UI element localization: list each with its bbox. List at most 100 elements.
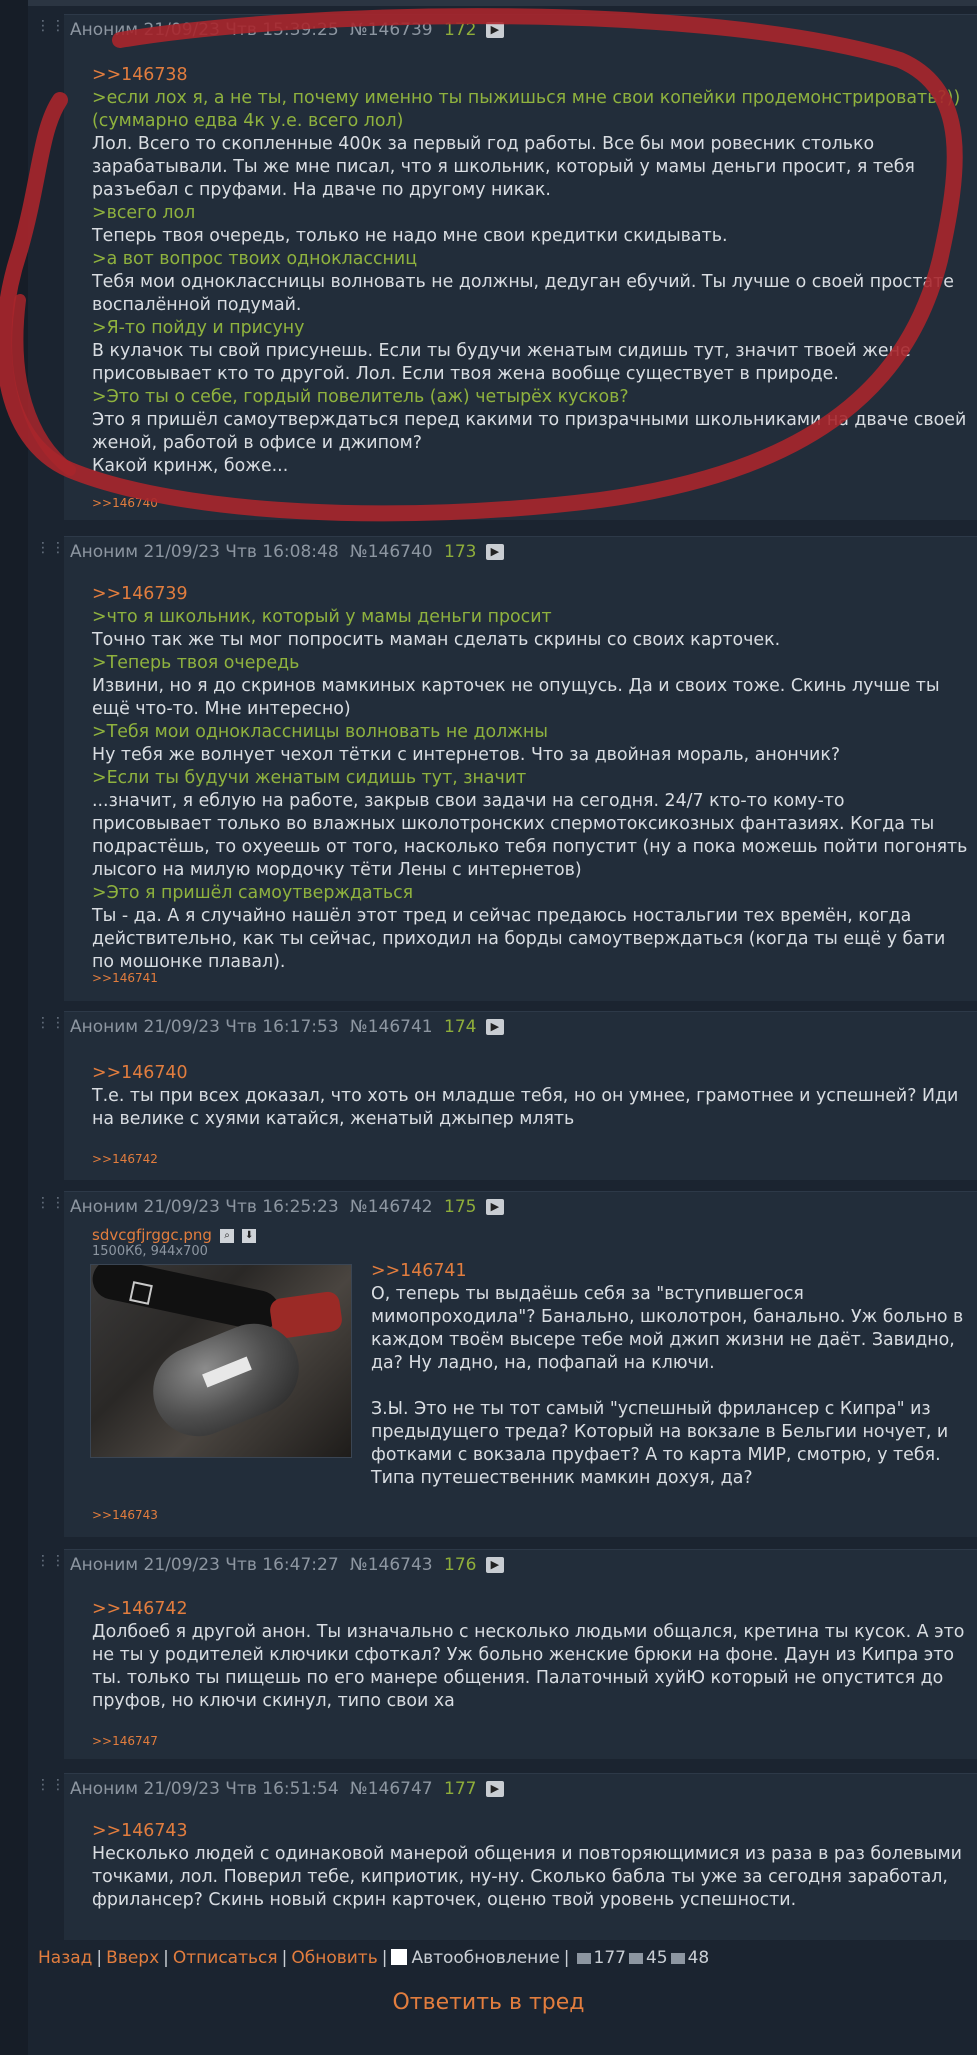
post-text: Несколько людей с одинаковой манерой общ… bbox=[92, 1844, 962, 1910]
quote-line: >всего лол bbox=[92, 203, 196, 223]
post-146740: Аноним 21/09/23 Чтв 16:08:48 №146740 173… bbox=[64, 536, 977, 1001]
unsubscribe-link[interactable]: Отписаться bbox=[173, 1948, 278, 1968]
post-index: 176 bbox=[444, 1555, 477, 1575]
reply-link[interactable]: >>146742 bbox=[92, 1598, 969, 1621]
quote-line: (суммарно едва 4к у.е. всего лол) bbox=[92, 111, 404, 131]
post-text: Т.е. ты при всех доказал, что хоть он мл… bbox=[92, 1086, 959, 1129]
post-index: 172 bbox=[444, 20, 477, 40]
play-icon[interactable]: ▶ bbox=[485, 22, 504, 38]
post-body: >>146739 >что я школьник, который у мамы … bbox=[92, 583, 969, 974]
post-header: Аноним 21/09/23 Чтв 16:47:27 №146743 176… bbox=[64, 1550, 977, 1580]
quote-line: >что я школьник, который у мамы деньги п… bbox=[92, 607, 552, 627]
backlink[interactable]: >>146747 bbox=[92, 1734, 158, 1748]
reply-link[interactable]: >>146738 bbox=[92, 64, 969, 87]
post-body: >>146740 Т.е. ты при всех доказал, что хо… bbox=[92, 1062, 969, 1131]
reply-link[interactable]: >>146741 bbox=[371, 1260, 969, 1283]
post-number[interactable]: №146743 bbox=[350, 1555, 433, 1575]
reply-link[interactable]: >>146739 bbox=[92, 583, 969, 606]
quote-line: >Тебя мои одноклассницы волновать не дол… bbox=[92, 722, 549, 742]
post-header: Аноним 21/09/23 Чтв 16:25:23 №146742 175… bbox=[64, 1192, 977, 1222]
post-text: О, теперь ты выдаёшь себя за "вступившег… bbox=[371, 1284, 964, 1373]
backlink[interactable]: >>146743 bbox=[92, 1508, 158, 1522]
quote-line: >Если ты будучи женатым сидишь тут, знач… bbox=[92, 768, 527, 788]
attachment-thumbnail[interactable] bbox=[90, 1264, 352, 1458]
left-stripe bbox=[0, 0, 28, 2055]
post-menu-dots[interactable]: ⋮⋮ bbox=[36, 1195, 66, 1211]
post-menu-dots[interactable]: ⋮⋮ bbox=[36, 540, 66, 556]
post-text: Долбоеб я другой анон. Ты изначально с н… bbox=[92, 1622, 965, 1711]
quote-line: >если лох я, а не ты, почему именно ты п… bbox=[92, 88, 961, 108]
reply-link[interactable]: >>146740 bbox=[92, 1062, 969, 1085]
download-icon[interactable]: ⬇ bbox=[242, 1228, 257, 1243]
post-menu-dots[interactable]: ⋮⋮ bbox=[36, 1015, 66, 1031]
post-body: >>146738 >если лох я, а не ты, почему име… bbox=[92, 64, 969, 478]
posts-icon bbox=[576, 1953, 591, 1964]
post-text: З.Ы. Это не ты тот самый "успешный фрила… bbox=[371, 1399, 949, 1488]
refresh-link[interactable]: Обновить bbox=[291, 1948, 377, 1968]
post-text: Теперь твоя очередь, только не надо мне … bbox=[92, 226, 728, 246]
files-count: 45 bbox=[645, 1948, 668, 1968]
post-146741: Аноним 21/09/23 Чтв 16:17:53 №146741 174… bbox=[64, 1011, 977, 1180]
post-text: В кулачок ты свой присунешь. Если ты буд… bbox=[92, 341, 911, 384]
play-icon[interactable]: ▶ bbox=[485, 1019, 504, 1035]
file-name[interactable]: sdvcgfjrggc.png bbox=[92, 1226, 212, 1244]
autoupdate-checkbox[interactable] bbox=[391, 1949, 408, 1965]
post-author: Аноним bbox=[70, 1555, 139, 1575]
post-menu-dots[interactable]: ⋮⋮ bbox=[36, 1553, 66, 1569]
file-info: sdvcgfjrggc.png ⌕ ⬇ 1500Кб, 944x700 bbox=[92, 1225, 257, 1259]
reply-link[interactable]: >>146743 bbox=[92, 1820, 969, 1843]
quote-line: >Я-то пойду и присуну bbox=[92, 318, 305, 338]
backlink[interactable]: >>146740 bbox=[92, 496, 158, 510]
post-date: 21/09/23 Чтв 16:08:48 bbox=[143, 542, 339, 562]
post-index: 175 bbox=[444, 1197, 477, 1217]
search-icon[interactable]: ⌕ bbox=[220, 1228, 235, 1243]
post-author: Аноним bbox=[70, 20, 139, 40]
post-menu-dots[interactable]: ⋮⋮ bbox=[36, 1777, 66, 1793]
post-date: 21/09/23 Чтв 15:39:25 bbox=[143, 20, 339, 40]
autoupdate-label: Автообновление bbox=[411, 1948, 560, 1968]
post-146743: Аноним 21/09/23 Чтв 16:47:27 №146743 176… bbox=[64, 1549, 977, 1759]
post-author: Аноним bbox=[70, 542, 139, 562]
post-text: Точно так же ты мог попросить маман сдел… bbox=[92, 630, 781, 650]
post-text: Какой кринж, боже... bbox=[92, 456, 289, 476]
quote-line: >Это ты о себе, гордый повелитель (аж) ч… bbox=[92, 387, 629, 407]
quote-line: >а вот вопрос твоих одноклассниц bbox=[92, 249, 418, 269]
post-number[interactable]: №146742 bbox=[350, 1197, 433, 1217]
post-146739: Аноним 21/09/23 Чтв 15:39:25 №146739 172… bbox=[64, 14, 977, 520]
back-link[interactable]: Назад bbox=[38, 1948, 92, 1968]
post-146747: Аноним 21/09/23 Чтв 16:51:54 №146747 177… bbox=[64, 1773, 977, 1940]
quote-line: >Теперь твоя очередь bbox=[92, 653, 300, 673]
post-header: Аноним 21/09/23 Чтв 16:51:54 №146747 177… bbox=[64, 1774, 977, 1804]
play-icon[interactable]: ▶ bbox=[485, 1199, 504, 1215]
post-146742: Аноним 21/09/23 Чтв 16:25:23 №146742 175… bbox=[64, 1191, 977, 1537]
post-number[interactable]: №146741 bbox=[350, 1017, 433, 1037]
users-count: 48 bbox=[687, 1948, 710, 1968]
up-link[interactable]: Вверх bbox=[106, 1948, 159, 1968]
posts-count: 177 bbox=[593, 1948, 626, 1968]
post-date: 21/09/23 Чтв 16:51:54 bbox=[143, 1779, 339, 1799]
post-body: >>146742 Долбоеб я другой анон. Ты изнача… bbox=[92, 1598, 969, 1713]
post-author: Аноним bbox=[70, 1197, 139, 1217]
post-number[interactable]: №146739 bbox=[350, 20, 433, 40]
post-body: >>146741 О, теперь ты выдаёшь себя за "вс… bbox=[371, 1260, 969, 1490]
play-icon[interactable]: ▶ bbox=[485, 1781, 504, 1797]
post-header: Аноним 21/09/23 Чтв 15:39:25 №146739 172… bbox=[64, 15, 977, 45]
reply-to-thread-button[interactable]: Ответить в тред bbox=[0, 1990, 977, 2015]
play-icon[interactable]: ▶ bbox=[485, 1557, 504, 1573]
post-index: 177 bbox=[444, 1779, 477, 1799]
post-menu-dots[interactable]: ⋮⋮ bbox=[36, 18, 66, 34]
file-meta: 1500Кб, 944x700 bbox=[92, 1244, 208, 1259]
post-index: 173 bbox=[444, 542, 477, 562]
post-text: Извини, но я до скринов мамкиных карточе… bbox=[92, 676, 940, 719]
post-index: 174 bbox=[444, 1017, 477, 1037]
post-date: 21/09/23 Чтв 16:17:53 bbox=[143, 1017, 339, 1037]
top-divider bbox=[28, 0, 977, 6]
post-number[interactable]: №146747 bbox=[350, 1779, 433, 1799]
backlink[interactable]: >>146742 bbox=[92, 1152, 158, 1166]
post-header: Аноним 21/09/23 Чтв 16:08:48 №146740 173… bbox=[64, 537, 977, 567]
post-number[interactable]: №146740 bbox=[350, 542, 433, 562]
post-text: Это я пришёл самоутверждаться перед каки… bbox=[92, 410, 967, 453]
backlink[interactable]: >>146741 bbox=[92, 971, 158, 985]
play-icon[interactable]: ▶ bbox=[485, 544, 504, 560]
